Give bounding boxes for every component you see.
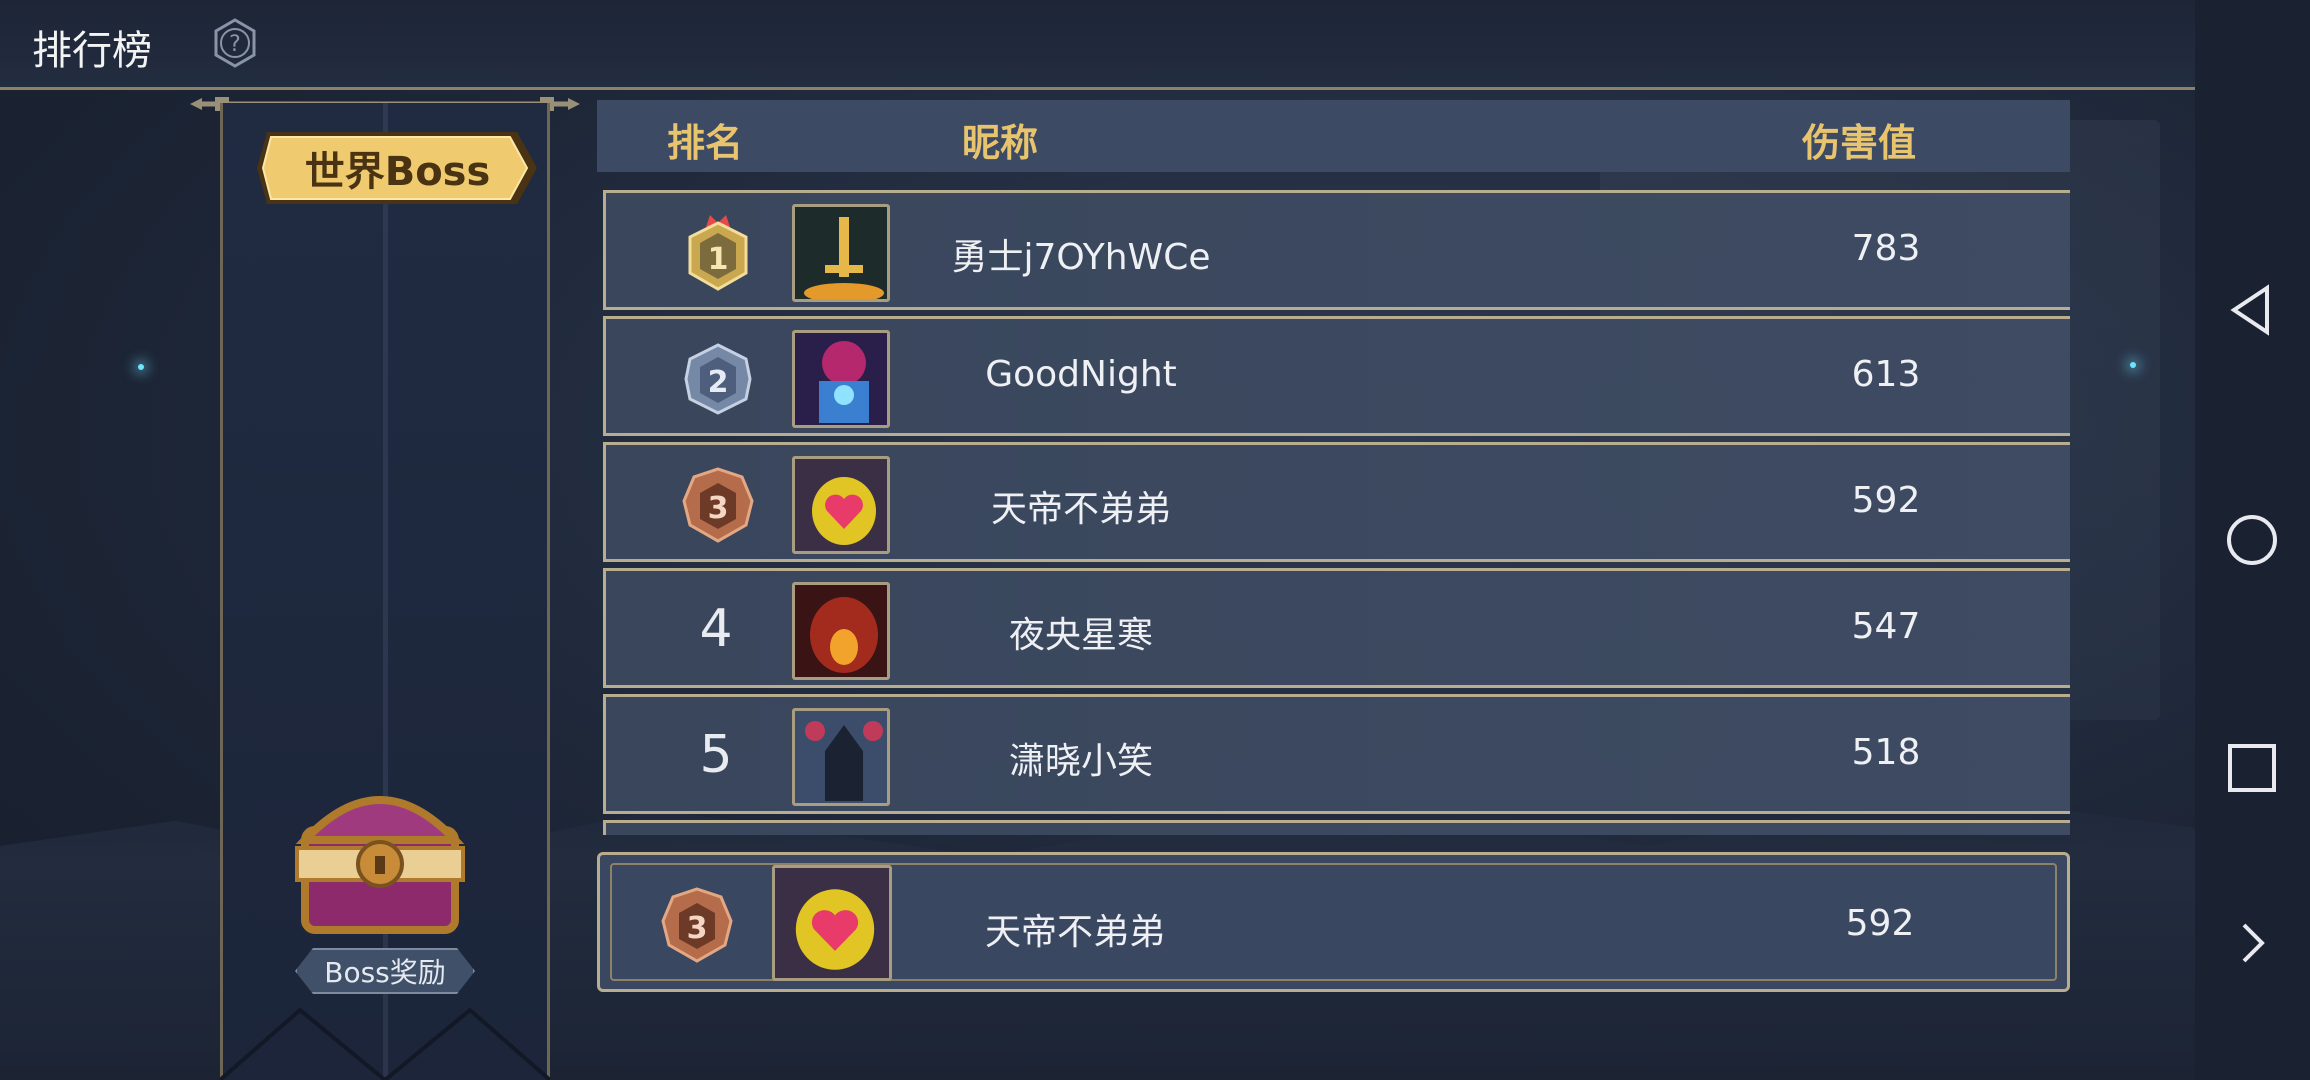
- my-nickname: 天帝不弟弟: [984, 912, 1165, 953]
- player-nickname: GoodNight: [985, 354, 1177, 395]
- leaderboard-row[interactable]: 4 夜央星寒 547: [603, 568, 2070, 688]
- player-nickname: 潇晓小笑: [1008, 741, 1153, 782]
- column-rank-header: 排名: [667, 121, 744, 165]
- player-avatar[interactable]: [792, 456, 890, 554]
- leaderboard-row[interactable]: 5 潇晓小笑 518: [603, 694, 2070, 814]
- leaderboard-row[interactable]: 1 勇士j7OYhWCe 783: [603, 190, 2070, 310]
- top-bar: 排行榜 ?: [0, 0, 2267, 90]
- system-nav-bar: [2195, 0, 2310, 1080]
- leaderboard-row-partial[interactable]: [603, 820, 2070, 835]
- rank-3-bronze-medal-icon: 3: [682, 467, 754, 543]
- boss-reward-button[interactable]: Boss奖励: [295, 948, 475, 994]
- dragon-avatar-icon: [795, 585, 887, 677]
- flame-heart-avatar-icon: [795, 459, 887, 551]
- rank-1-gold-medal-icon: 1: [688, 215, 748, 291]
- my-avatar[interactable]: [772, 865, 892, 981]
- demon-avatar-icon: [795, 333, 887, 425]
- player-nickname: 勇士j7OYhWCe: [951, 237, 1211, 278]
- player-avatar[interactable]: [792, 708, 890, 806]
- page-title: 排行榜: [32, 28, 152, 74]
- leaderboard-row[interactable]: 3 天帝不弟弟 592: [603, 442, 2070, 562]
- damage-value: 613: [1851, 354, 1921, 395]
- nav-back-icon[interactable]: [2222, 280, 2282, 340]
- player-avatar[interactable]: [792, 582, 890, 680]
- tab-world-boss-label: 世界Boss: [304, 149, 491, 195]
- my-damage-value: 592: [1845, 903, 1915, 944]
- player-nickname: 夜央星寒: [1008, 615, 1153, 656]
- svg-text:1: 1: [708, 242, 729, 277]
- column-nickname-header: 昵称: [962, 121, 1039, 165]
- damage-value: 783: [1851, 228, 1921, 269]
- nav-recents-icon[interactable]: [2222, 738, 2282, 798]
- player-avatar[interactable]: [792, 204, 890, 302]
- svg-text:3: 3: [708, 491, 729, 526]
- rank-3-bronze-medal-icon: 3: [661, 887, 733, 963]
- treasure-chest-icon[interactable]: [285, 770, 475, 945]
- leaderboard-list[interactable]: 1 勇士j7OYhWCe 783 2 GoodNight 613 3 天帝不弟弟…: [597, 185, 2070, 835]
- banner-tail: [220, 1007, 550, 1080]
- svg-text:3: 3: [687, 911, 708, 946]
- sword-avatar-icon: [795, 207, 887, 299]
- my-rank-bar[interactable]: 3 天帝不弟弟 592: [597, 852, 2070, 992]
- player-avatar[interactable]: [792, 330, 890, 428]
- damage-value: 518: [1851, 732, 1921, 773]
- dark-knight-avatar-icon: [795, 711, 887, 803]
- nav-home-icon[interactable]: [2222, 510, 2282, 570]
- svg-text:?: ?: [229, 32, 241, 57]
- nav-expand-icon[interactable]: [2222, 913, 2282, 973]
- rank-number: 5: [699, 725, 733, 785]
- flame-heart-avatar-icon: [775, 868, 889, 978]
- star: [138, 364, 144, 370]
- leaderboard-row[interactable]: 2 GoodNight 613: [603, 316, 2070, 436]
- column-damage-header: 伤害值: [1802, 121, 1917, 165]
- rank-number: 4: [699, 599, 733, 659]
- help-icon[interactable]: ?: [210, 18, 260, 68]
- damage-value: 547: [1851, 606, 1921, 647]
- star: [2130, 362, 2136, 368]
- damage-value: 592: [1851, 480, 1921, 521]
- svg-text:2: 2: [708, 365, 729, 400]
- tab-world-boss[interactable]: 世界Boss: [255, 128, 540, 208]
- player-nickname: 天帝不弟弟: [990, 489, 1171, 530]
- rank-2-silver-medal-icon: 2: [684, 343, 752, 415]
- leaderboard-header: 排名 昵称 伤害值: [597, 100, 2070, 172]
